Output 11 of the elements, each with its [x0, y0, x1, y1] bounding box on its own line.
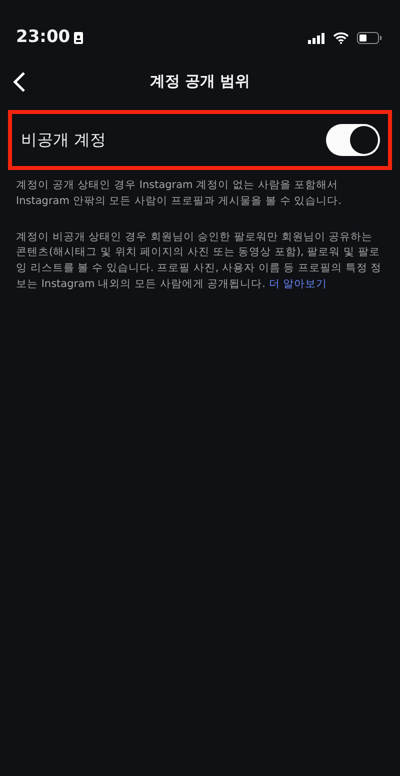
setting-label: 비공개 계정 — [21, 129, 106, 151]
wifi-icon — [333, 32, 349, 44]
toggle-switch[interactable] — [326, 124, 380, 156]
badge-icon — [74, 32, 84, 44]
description-text: 계정이 공개 상태인 경우 Instagram 계정이 없는 사람을 포함해서 Instagram 안팎의 모든 사람이 프로필과 게시물을 볼 수 있습니다. — [15, 178, 342, 209]
signal-icon — [308, 32, 325, 44]
page-title: 계정 공개 범위 — [150, 70, 250, 92]
battery-icon — [357, 32, 382, 44]
description-text: 계정이 비공개 상태인 경우 회원님이 승인한 팔로워만 회원님이 공유하는 콘텐츠(해시태그 및 위치 페이지의 사진 또는 동영상 포함), 팔로워 및 팔로잉 리스트를 볼 수 있습니다. 프로필 사진, 사용자 이름 등 프로필의 특정 정보는 Instagram 내외의 모든 사람에게 공개됩니다. 더 알아보기 — [15, 230, 383, 292]
learn-more-link[interactable]: 더 알아보기 — [268, 278, 328, 290]
status-time: 23:00 — [16, 26, 70, 50]
